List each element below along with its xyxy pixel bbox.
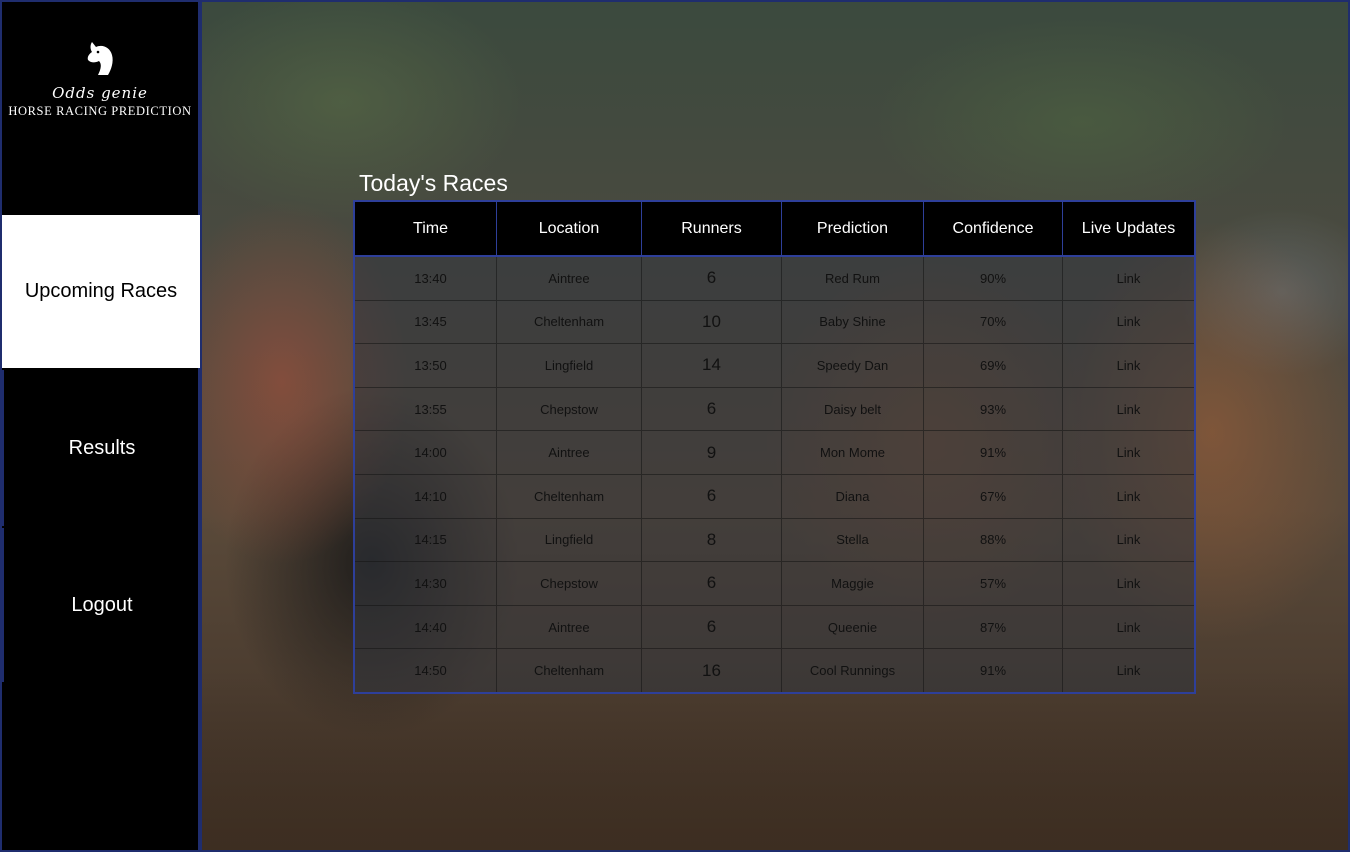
race-runners: 8 — [642, 518, 782, 562]
race-confidence: 91% — [924, 431, 1063, 474]
race-location: Chepstow — [497, 562, 642, 605]
race-confidence: 88% — [924, 518, 1063, 562]
races-table: Time Location Runners Prediction Confide… — [353, 200, 1196, 694]
race-time: 14:15 — [355, 518, 497, 562]
race-runners: 14 — [642, 344, 782, 387]
race-prediction: Speedy Dan — [782, 344, 924, 387]
header-live-updates: Live Updates — [1081, 219, 1176, 237]
race-location: Lingfield — [497, 344, 642, 387]
live-updates-link[interactable]: Link — [1063, 388, 1194, 431]
race-location: Cheltenham — [497, 649, 642, 692]
race-confidence: 91% — [924, 649, 1063, 692]
race-runners: 6 — [642, 605, 782, 649]
live-updates-link[interactable]: Link — [1063, 606, 1194, 649]
live-updates-link[interactable]: Link — [1063, 431, 1194, 474]
race-runners: 6 — [642, 387, 782, 431]
background-track — [202, 670, 1348, 850]
race-time: 14:40 — [355, 605, 497, 649]
live-updates-link[interactable]: Link — [1063, 257, 1194, 300]
race-time: 14:30 — [355, 562, 497, 605]
table-row: 13:55 Chepstow 6 Daisy belt 93% Link — [355, 387, 1194, 432]
table-row: 14:15 Lingfield 8 Stella 88% Link — [355, 518, 1194, 563]
table-row: 14:00 Aintree 9 Mon Mome 91% Link — [355, 431, 1194, 475]
logo: Odds genie HORSE RACING PREDICTION — [2, 2, 198, 213]
table-row: 13:40 Aintree 6 Red Rum 90% Link — [355, 257, 1194, 301]
race-prediction: Daisy belt — [782, 387, 924, 431]
brand-script: Odds genie — [52, 84, 148, 102]
race-runners: 6 — [642, 474, 782, 518]
race-time: 13:50 — [355, 344, 497, 387]
race-location: Aintree — [497, 431, 642, 474]
race-runners: 6 — [642, 257, 782, 300]
race-confidence: 87% — [924, 605, 1063, 649]
nav-logout[interactable]: Logout — [2, 528, 200, 682]
race-runners: 6 — [642, 562, 782, 605]
table-row: 14:30 Chepstow 6 Maggie 57% Link — [355, 562, 1194, 606]
race-confidence: 67% — [924, 474, 1063, 518]
race-time: 13:55 — [355, 387, 497, 431]
race-time: 14:10 — [355, 474, 497, 518]
header-confidence: Confidence — [924, 202, 1063, 255]
live-updates-link[interactable]: Link — [1063, 649, 1194, 692]
race-location: Aintree — [497, 257, 642, 300]
race-runners: 16 — [642, 649, 782, 692]
brand-name: HORSE RACING PREDICTION — [8, 104, 192, 118]
race-prediction: Maggie — [782, 562, 924, 605]
race-prediction: Cool Runnings — [782, 649, 924, 692]
race-prediction: Mon Mome — [782, 431, 924, 474]
live-updates-link[interactable]: Link — [1063, 475, 1194, 518]
race-runners: 9 — [642, 431, 782, 474]
nav-results[interactable]: Results — [2, 370, 200, 526]
header-runners: Runners — [642, 202, 782, 255]
race-time: 13:45 — [355, 300, 497, 344]
race-prediction: Stella — [782, 518, 924, 562]
live-updates-link[interactable]: Link — [1063, 344, 1194, 387]
header-prediction: Prediction — [782, 202, 924, 255]
page-title: Today's Races — [359, 170, 508, 196]
race-runners: 10 — [642, 300, 782, 344]
race-time: 14:00 — [355, 431, 497, 474]
race-confidence: 57% — [924, 562, 1063, 605]
header-location: Location — [497, 202, 642, 255]
table-body: 13:40 Aintree 6 Red Rum 90% Link 13:45 Cheltenh… — [355, 257, 1194, 692]
horse-head-icon — [87, 42, 113, 75]
race-location: Lingfield — [497, 518, 642, 562]
table-row: 14:40 Aintree 6 Queenie 87% Link — [355, 605, 1194, 650]
main-content: Today's Races Time Location Runners Pred… — [200, 0, 1350, 852]
race-time: 14:50 — [355, 649, 497, 692]
live-updates-link[interactable]: Link — [1063, 301, 1194, 344]
nav-upcoming-races[interactable]: Upcoming Races — [2, 215, 200, 368]
table-row: 13:45 Cheltenham 10 Baby Shine 70% Link — [355, 300, 1194, 345]
table-header: Time Location Runners Prediction Confide… — [355, 202, 1194, 257]
race-time: 13:40 — [355, 257, 497, 300]
race-confidence: 70% — [924, 300, 1063, 344]
race-prediction: Baby Shine — [782, 300, 924, 344]
race-prediction: Diana — [782, 474, 924, 518]
race-location: Cheltenham — [497, 300, 642, 344]
table-row: 14:50 Cheltenham 16 Cool Runnings 91% Link — [355, 649, 1194, 692]
header-time: Time — [355, 202, 497, 255]
race-location: Cheltenham — [497, 474, 642, 518]
table-row: 14:10 Cheltenham 6 Diana 67% Link — [355, 474, 1194, 519]
sidebar: Odds genie HORSE RACING PREDICTION Upcom… — [0, 0, 200, 852]
race-prediction: Red Rum — [782, 257, 924, 300]
race-location: Chepstow — [497, 387, 642, 431]
live-updates-link[interactable]: Link — [1063, 519, 1194, 562]
live-updates-link[interactable]: Link — [1063, 562, 1194, 605]
race-confidence: 90% — [924, 257, 1063, 300]
race-location: Aintree — [497, 605, 642, 649]
race-confidence: 93% — [924, 387, 1063, 431]
race-prediction: Queenie — [782, 605, 924, 649]
race-confidence: 69% — [924, 344, 1063, 387]
table-row: 13:50 Lingfield 14 Speedy Dan 69% Link — [355, 344, 1194, 388]
